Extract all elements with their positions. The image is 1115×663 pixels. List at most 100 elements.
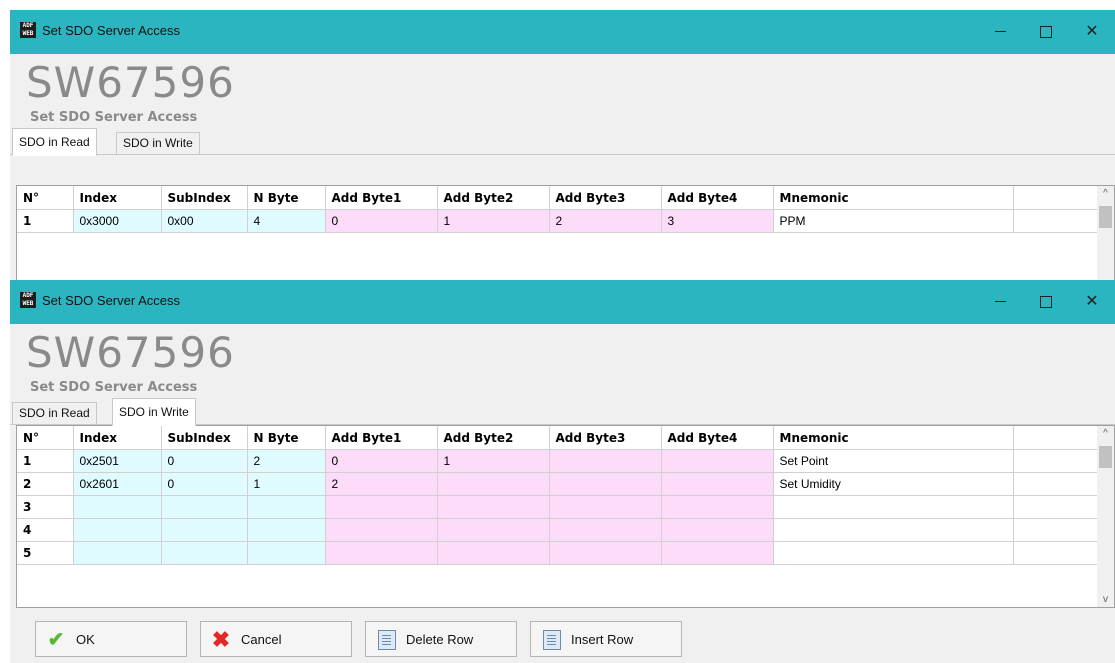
table-row[interactable]: 3 (17, 495, 1107, 519)
vertical-scrollbar[interactable]: ^ (1097, 186, 1114, 280)
cell-n-byte[interactable] (247, 518, 326, 542)
cell-n-byte[interactable]: 1 (247, 472, 326, 496)
sdo-grid[interactable]: N° Index SubIndex N Byte Add Byte1 Add Byte2 A… (16, 425, 1115, 608)
cell-index[interactable]: 0x2501 (73, 449, 162, 473)
table-row[interactable]: 1 0x3000 0x00 4 0 1 2 3 PPM (17, 209, 1107, 233)
cell-index[interactable]: 0x2601 (73, 472, 162, 496)
table-row[interactable]: 1 0x2501 0 2 0 1 Set Point (17, 449, 1107, 473)
cell-add-byte2[interactable] (437, 495, 550, 519)
column-header-n-byte[interactable]: N Byte (247, 426, 326, 450)
table-row[interactable]: 4 (17, 518, 1107, 542)
cell-subindex[interactable] (161, 541, 248, 565)
minimize-button[interactable] (977, 280, 1023, 324)
tab-sdo-in-read[interactable]: SDO in Read (12, 402, 97, 424)
column-header-subindex[interactable]: SubIndex (161, 426, 248, 450)
cell-add-byte4[interactable] (661, 518, 774, 542)
cell-subindex[interactable] (161, 518, 248, 542)
table-row[interactable]: 5 (17, 541, 1107, 565)
close-button[interactable]: ✕ (1069, 10, 1115, 54)
scroll-thumb[interactable] (1099, 446, 1112, 468)
title-bar[interactable]: ADF WEB Set SDO Server Access ✕ (10, 280, 1115, 324)
cell-add-byte1[interactable]: 0 (325, 449, 438, 473)
cell-add-byte2[interactable] (437, 472, 550, 496)
column-header-subindex[interactable]: SubIndex (161, 186, 248, 210)
column-header-row-number[interactable]: N° (17, 186, 74, 210)
cell-add-byte1[interactable]: 0 (325, 209, 438, 233)
cell-add-byte1[interactable] (325, 541, 438, 565)
column-header-n-byte[interactable]: N Byte (247, 186, 326, 210)
cell-n-byte[interactable]: 2 (247, 449, 326, 473)
cell-mnemonic[interactable] (773, 518, 1014, 542)
cell-add-byte2[interactable]: 1 (437, 209, 550, 233)
cell-index[interactable] (73, 518, 162, 542)
ok-button[interactable]: ✔ OK (35, 621, 187, 657)
cancel-button[interactable]: ✖ Cancel (200, 621, 352, 657)
cell-add-byte2[interactable] (437, 518, 550, 542)
cell-subindex[interactable]: 0 (161, 449, 248, 473)
tab-sdo-in-read[interactable]: SDO in Read (12, 128, 97, 156)
column-header-add-byte1[interactable]: Add Byte1 (325, 186, 438, 210)
column-header-mnemonic[interactable]: Mnemonic (773, 186, 1014, 210)
minimize-button[interactable] (977, 10, 1023, 54)
cell-row-number[interactable]: 4 (17, 518, 74, 542)
cell-add-byte4[interactable]: 3 (661, 209, 774, 233)
cell-add-byte1[interactable] (325, 518, 438, 542)
close-button[interactable]: ✕ (1069, 280, 1115, 324)
cell-add-byte4[interactable] (661, 449, 774, 473)
cell-add-byte3[interactable] (549, 472, 662, 496)
cell-add-byte4[interactable] (661, 495, 774, 519)
cell-add-byte1[interactable] (325, 495, 438, 519)
scroll-up-icon[interactable]: ^ (1097, 188, 1114, 199)
cell-index[interactable] (73, 541, 162, 565)
cell-n-byte[interactable] (247, 495, 326, 519)
cell-subindex[interactable]: 0x00 (161, 209, 248, 233)
cell-add-byte3[interactable] (549, 518, 662, 542)
cell-add-byte3[interactable] (549, 449, 662, 473)
cell-add-byte3[interactable] (549, 495, 662, 519)
scroll-thumb[interactable] (1099, 206, 1112, 228)
cell-add-byte3[interactable] (549, 541, 662, 565)
cell-add-byte4[interactable] (661, 541, 774, 565)
cell-add-byte1[interactable]: 2 (325, 472, 438, 496)
column-header-add-byte2[interactable]: Add Byte2 (437, 186, 550, 210)
column-header-index[interactable]: Index (73, 426, 162, 450)
maximize-button[interactable] (1023, 10, 1069, 54)
table-row[interactable]: 2 0x2601 0 1 2 Set Umidity (17, 472, 1107, 496)
cell-mnemonic[interactable] (773, 541, 1014, 565)
cell-index[interactable] (73, 495, 162, 519)
cell-subindex[interactable]: 0 (161, 472, 248, 496)
cell-add-byte2[interactable] (437, 541, 550, 565)
cell-row-number[interactable]: 5 (17, 541, 74, 565)
cell-add-byte2[interactable]: 1 (437, 449, 550, 473)
column-header-add-byte4[interactable]: Add Byte4 (661, 426, 774, 450)
cell-subindex[interactable] (161, 495, 248, 519)
vertical-scrollbar[interactable]: ^ v (1097, 426, 1114, 607)
cell-mnemonic[interactable]: PPM (773, 209, 1014, 233)
cell-add-byte4[interactable] (661, 472, 774, 496)
scroll-up-icon[interactable]: ^ (1097, 428, 1114, 439)
column-header-index[interactable]: Index (73, 186, 162, 210)
scroll-down-icon[interactable]: v (1097, 594, 1114, 605)
cell-row-number[interactable]: 1 (17, 209, 74, 233)
column-header-add-byte1[interactable]: Add Byte1 (325, 426, 438, 450)
cell-row-number[interactable]: 2 (17, 472, 74, 496)
maximize-button[interactable] (1023, 280, 1069, 324)
tab-sdo-in-write[interactable]: SDO in Write (112, 398, 196, 426)
column-header-row-number[interactable]: N° (17, 426, 74, 450)
cell-add-byte3[interactable]: 2 (549, 209, 662, 233)
column-header-add-byte3[interactable]: Add Byte3 (549, 186, 662, 210)
title-bar[interactable]: ADF WEB Set SDO Server Access ✕ (10, 10, 1115, 54)
column-header-add-byte2[interactable]: Add Byte2 (437, 426, 550, 450)
sdo-grid[interactable]: N° Index SubIndex N Byte Add Byte1 Add Byte2 A… (16, 185, 1115, 280)
tab-sdo-in-write[interactable]: SDO in Write (116, 132, 200, 154)
delete-row-button[interactable]: Delete Row (365, 621, 517, 657)
column-header-add-byte3[interactable]: Add Byte3 (549, 426, 662, 450)
cell-row-number[interactable]: 3 (17, 495, 74, 519)
cell-mnemonic[interactable]: Set Point (773, 449, 1014, 473)
cell-n-byte[interactable]: 4 (247, 209, 326, 233)
column-header-mnemonic[interactable]: Mnemonic (773, 426, 1014, 450)
cell-n-byte[interactable] (247, 541, 326, 565)
cell-index[interactable]: 0x3000 (73, 209, 162, 233)
column-header-add-byte4[interactable]: Add Byte4 (661, 186, 774, 210)
insert-row-button[interactable]: Insert Row (530, 621, 682, 657)
